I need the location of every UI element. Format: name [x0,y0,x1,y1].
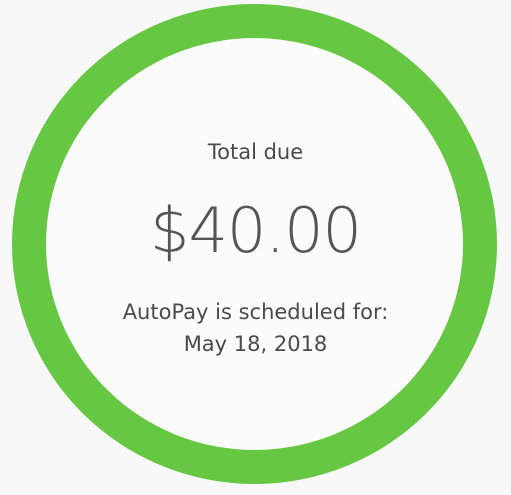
autopay-date: May 18, 2018 [183,332,328,356]
total-due-amount: $40.00 [150,194,362,267]
total-due-label: Total due [207,140,304,164]
autopay-scheduled-label: AutoPay is scheduled for: [122,300,389,324]
payment-summary-card: Total due $40.00 AutoPay is scheduled fo… [0,0,511,495]
